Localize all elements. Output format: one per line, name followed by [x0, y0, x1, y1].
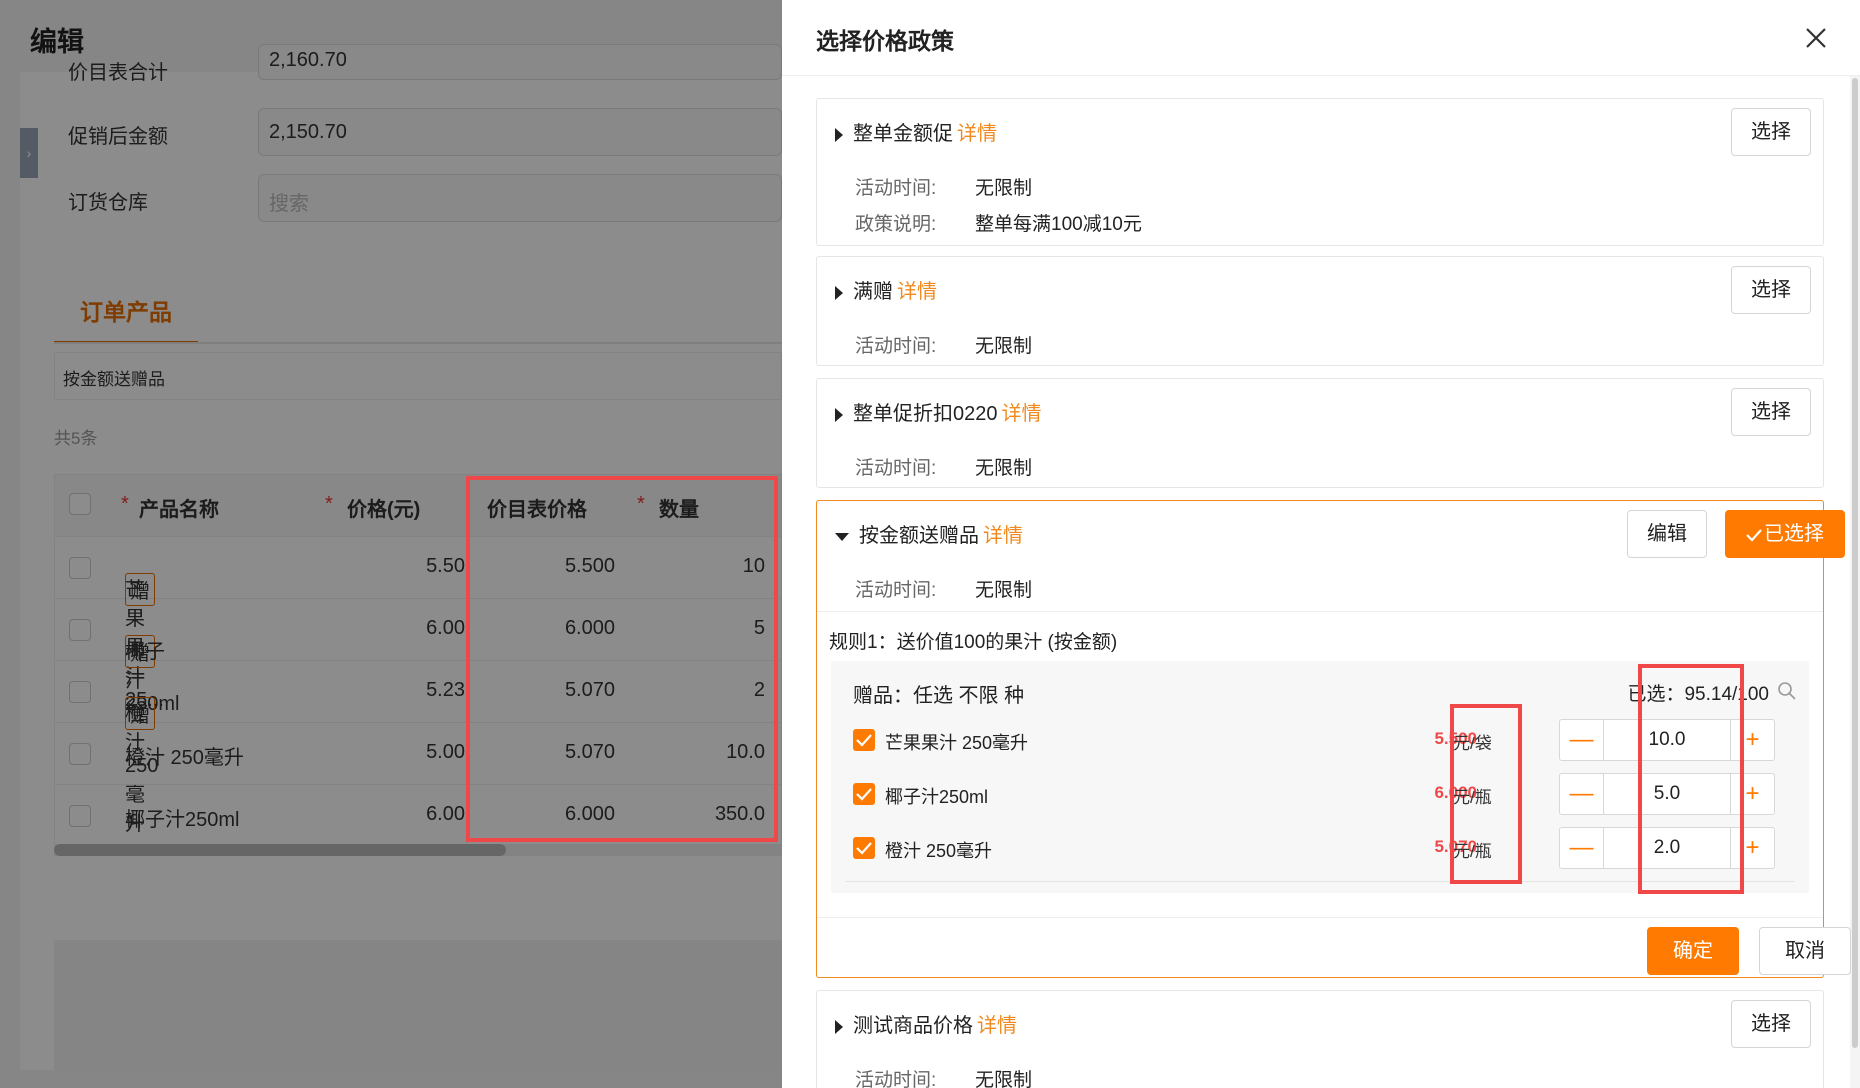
policy-name: 按金额送赠品	[859, 525, 979, 547]
expand-caret-icon[interactable]	[835, 285, 843, 300]
decrement-button[interactable]: —	[1560, 774, 1604, 814]
edit-button[interactable]: 编辑	[1627, 510, 1707, 558]
time-key: 活动时间:	[855, 178, 937, 199]
time-key: 活动时间:	[855, 1070, 937, 1088]
detail-link[interactable]: 详情	[977, 1015, 1017, 1037]
time-value: 无限制	[975, 458, 1033, 479]
time-value: 无限制	[975, 580, 1033, 601]
selected-button[interactable]: 已选择	[1725, 510, 1845, 558]
select-button[interactable]: 选择	[1731, 108, 1811, 156]
time-value: 无限制	[975, 178, 1033, 199]
expand-caret-icon[interactable]	[835, 407, 843, 422]
desc-key: 政策说明:	[855, 214, 937, 235]
policy-title[interactable]: 测试商品价格 详情	[835, 1009, 1017, 1038]
card-footer-divider	[817, 917, 1823, 918]
gift-name: 橙汁 250毫升	[885, 841, 993, 861]
selected-label: 已选择	[1764, 523, 1824, 545]
select-button[interactable]: 选择	[1731, 388, 1811, 436]
expand-caret-icon[interactable]	[835, 1019, 843, 1034]
policy-name: 整单促折扣0220	[853, 403, 998, 425]
check-icon	[856, 788, 872, 801]
rule-title: 规则1：送价值100的果汁 (按金额)	[829, 632, 1118, 653]
close-icon[interactable]	[1804, 26, 1828, 50]
highlight-box	[466, 476, 778, 842]
cancel-button[interactable]: 取消	[1759, 927, 1851, 975]
policy-card: 整单促折扣0220 详情 选择 活动时间: 无限制	[816, 378, 1824, 488]
policy-card: 满赠 详情 选择 活动时间: 无限制	[816, 256, 1824, 366]
gift-name: 芒果果汁 250毫升	[885, 733, 1029, 753]
policy-title[interactable]: 整单金额促 详情	[835, 117, 997, 146]
detail-link[interactable]: 详情	[897, 281, 937, 303]
drawer-scrollbar-thumb[interactable]	[1852, 78, 1858, 1048]
time-key: 活动时间:	[855, 458, 937, 479]
detail-link[interactable]: 详情	[983, 525, 1023, 547]
check-icon	[1746, 528, 1762, 542]
highlight-box	[1450, 704, 1522, 884]
gift-checkbox[interactable]	[853, 729, 875, 751]
decrement-button[interactable]: —	[1560, 720, 1604, 760]
desc-value: 整单每满100减10元	[975, 214, 1142, 235]
expand-caret-icon[interactable]	[835, 127, 843, 142]
time-key: 活动时间:	[855, 336, 937, 357]
detail-link[interactable]: 详情	[957, 123, 997, 145]
select-button[interactable]: 选择	[1731, 1000, 1811, 1048]
rule-divider	[817, 611, 1823, 612]
policy-card: 测试商品价格 详情 选择 活动时间: 无限制	[816, 990, 1824, 1088]
drawer-header: 选择价格政策	[782, 0, 1860, 76]
time-key: 活动时间:	[855, 580, 937, 601]
policy-title[interactable]: 满赠 详情	[835, 275, 937, 304]
policy-name: 满赠	[853, 281, 893, 303]
drawer-scrollbar[interactable]	[1850, 76, 1860, 1088]
select-button[interactable]: 选择	[1731, 266, 1811, 314]
gift-checkbox[interactable]	[853, 837, 875, 859]
gift-checkbox[interactable]	[853, 783, 875, 805]
decrement-button[interactable]: —	[1560, 828, 1604, 868]
gift-header: 赠品：任选 不限 种	[853, 685, 1025, 707]
highlight-box	[1638, 664, 1744, 894]
price-policy-drawer: 选择价格政策 整单金额促 详情 选择 活动时间: 无限制 政策说明: 整单每满100减…	[782, 0, 1860, 1088]
time-value: 无限制	[975, 1070, 1033, 1088]
detail-link[interactable]: 详情	[1002, 403, 1042, 425]
check-icon	[856, 842, 872, 855]
time-value: 无限制	[975, 336, 1033, 357]
policy-title[interactable]: 整单促折扣0220 详情	[835, 397, 1042, 426]
policy-name: 测试商品价格	[853, 1015, 973, 1037]
confirm-button[interactable]: 确定	[1647, 927, 1739, 975]
policy-name: 整单金额促	[853, 123, 953, 145]
collapse-caret-icon[interactable]	[835, 532, 849, 541]
drawer-title: 选择价格政策	[816, 28, 954, 54]
policy-card: 整单金额促 详情 选择 活动时间: 无限制 政策说明: 整单每满100减10元	[816, 98, 1824, 246]
gift-name: 椰子汁250ml	[885, 787, 989, 807]
check-icon	[856, 734, 872, 747]
policy-title[interactable]: 按金额送赠品 详情	[835, 519, 1023, 548]
search-icon[interactable]	[1777, 681, 1797, 701]
